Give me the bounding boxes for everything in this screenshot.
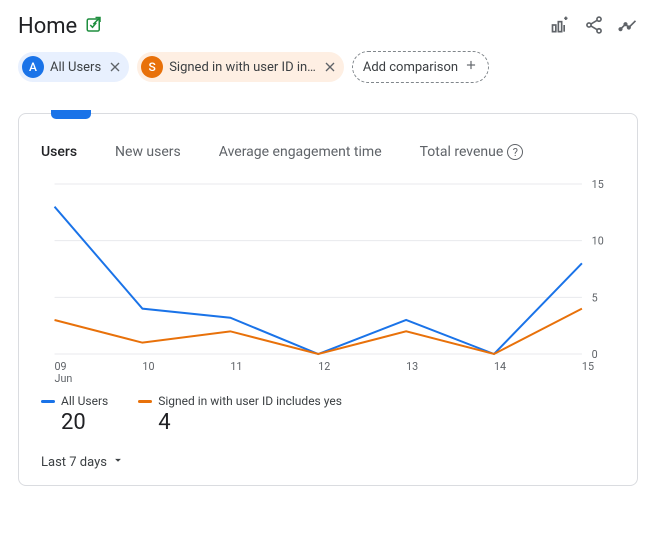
svg-text:5: 5 bbox=[592, 291, 598, 304]
close-icon[interactable] bbox=[107, 59, 123, 75]
chevron-down-icon bbox=[111, 453, 125, 471]
share-icon[interactable] bbox=[584, 15, 604, 39]
svg-text:Jun: Jun bbox=[55, 372, 73, 384]
svg-text:13: 13 bbox=[406, 360, 418, 373]
date-range-label: Last 7 days bbox=[41, 455, 107, 470]
header: Home bbox=[0, 0, 656, 47]
svg-text:11: 11 bbox=[230, 360, 242, 373]
svg-text:10: 10 bbox=[142, 360, 154, 373]
tab-users[interactable]: Users bbox=[41, 144, 77, 160]
metrics-card: Users New users Average engagement time … bbox=[18, 113, 638, 486]
chip-letter-a: A bbox=[22, 56, 44, 78]
tab-total-revenue[interactable]: Total revenue ? bbox=[420, 144, 524, 160]
chart-svg: 05101509101112131415Jun bbox=[35, 174, 621, 384]
comparison-chips: A All Users S Signed in with user ID in…… bbox=[0, 47, 656, 95]
svg-text:12: 12 bbox=[318, 360, 330, 373]
customize-icon[interactable] bbox=[550, 15, 570, 39]
help-icon[interactable]: ? bbox=[507, 144, 523, 160]
add-comparison-label: Add comparison bbox=[363, 60, 458, 75]
active-tab-indicator bbox=[51, 110, 91, 119]
svg-text:15: 15 bbox=[592, 178, 604, 191]
legend-label-a: All Users bbox=[61, 394, 108, 408]
close-icon[interactable] bbox=[322, 59, 338, 75]
header-actions bbox=[550, 15, 638, 39]
legend-item-signed-in: Signed in with user ID includes yes 4 bbox=[138, 394, 342, 435]
verified-icon bbox=[85, 16, 103, 38]
swatch-signed-in bbox=[138, 400, 152, 403]
swatch-all-users bbox=[41, 400, 55, 403]
add-comparison-button[interactable]: Add comparison bbox=[352, 51, 489, 83]
plus-icon bbox=[464, 58, 478, 76]
legend: All Users 20 Signed in with user ID incl… bbox=[35, 384, 621, 439]
tab-total-revenue-label: Total revenue bbox=[420, 144, 504, 160]
legend-item-all-users: All Users 20 bbox=[41, 394, 108, 435]
line-chart: 05101509101112131415Jun bbox=[35, 174, 621, 384]
chip-label: All Users bbox=[50, 60, 101, 75]
svg-text:10: 10 bbox=[592, 235, 604, 248]
legend-value-b: 4 bbox=[138, 410, 342, 435]
chip-all-users[interactable]: A All Users bbox=[18, 52, 129, 82]
svg-text:14: 14 bbox=[494, 360, 506, 373]
metric-tabs: Users New users Average engagement time … bbox=[35, 114, 621, 174]
svg-text:15: 15 bbox=[582, 360, 594, 373]
legend-value-a: 20 bbox=[41, 410, 108, 435]
tab-avg-engagement[interactable]: Average engagement time bbox=[219, 144, 382, 160]
legend-label-b: Signed in with user ID includes yes bbox=[158, 394, 342, 408]
title-wrap: Home bbox=[18, 14, 103, 39]
page-title: Home bbox=[18, 14, 77, 39]
chip-signed-in[interactable]: S Signed in with user ID in… bbox=[137, 52, 344, 82]
tab-new-users[interactable]: New users bbox=[115, 144, 181, 160]
chip-letter-s: S bbox=[141, 56, 163, 78]
date-range-selector[interactable]: Last 7 days bbox=[35, 439, 621, 471]
insights-icon[interactable] bbox=[618, 15, 638, 39]
chip-label: Signed in with user ID in… bbox=[169, 60, 316, 75]
